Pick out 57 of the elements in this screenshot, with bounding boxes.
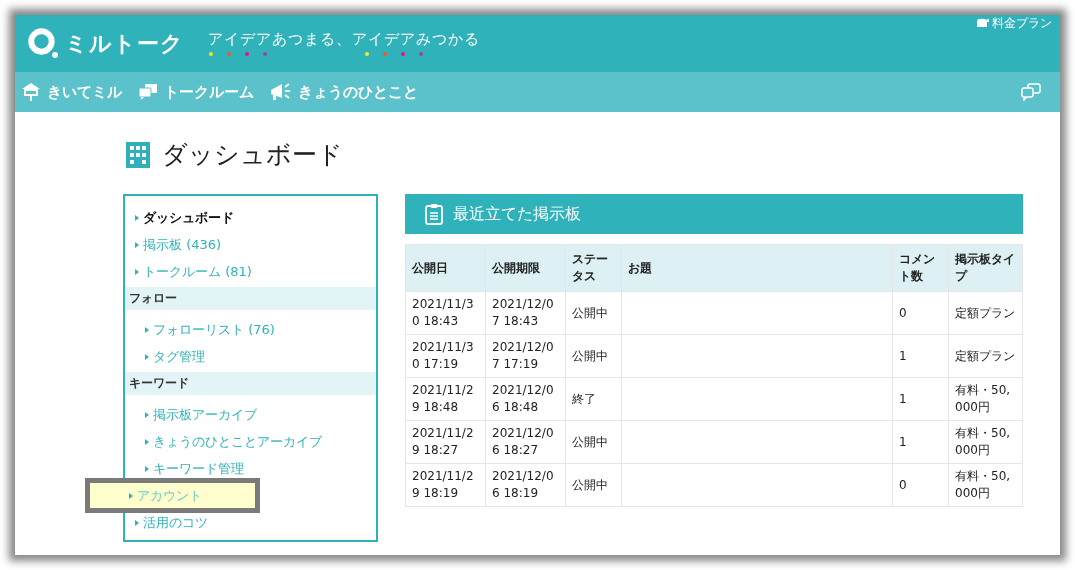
table-cell: 2021/11/29 18:48 xyxy=(405,377,486,421)
column-header: 公開日 xyxy=(405,244,486,292)
panel-title: 最近立てた掲示板 xyxy=(453,203,581,225)
table-cell: 定額プラン xyxy=(948,291,1023,335)
building-icon xyxy=(126,141,150,168)
table-cell: 有料・50,000円 xyxy=(948,420,1023,464)
column-header: ステータス xyxy=(565,244,622,292)
nav-link[interactable]: きょうのひとこと xyxy=(270,82,418,102)
sidebar-link[interactable]: フォローリスト (76) xyxy=(125,316,376,343)
nav-link[interactable]: きいてミル xyxy=(21,82,122,102)
table-cell: 1 xyxy=(892,377,949,421)
table-cell: 公開中 xyxy=(565,334,622,378)
sidebar-link[interactable]: 掲示板アーカイブ xyxy=(125,401,376,428)
table-cell: 公開中 xyxy=(565,291,622,335)
sidebar-link[interactable]: 掲示板 (436) xyxy=(125,231,376,258)
table-cell: 2021/12/06 18:27 xyxy=(485,420,566,464)
sidebar-link[interactable]: 活用のコツ xyxy=(125,509,376,536)
nav-link[interactable]: トークルーム xyxy=(138,82,254,102)
column-header: 公開期限 xyxy=(485,244,566,292)
column-header: 掲示板タイプ xyxy=(948,244,1023,292)
section-heading: フォロー xyxy=(125,287,376,310)
sidebar-link[interactable]: キーワード管理 xyxy=(125,455,376,482)
column-header: お題 xyxy=(621,244,893,292)
table-cell: 2021/12/06 18:19 xyxy=(485,463,566,507)
chat-bubbles-icon[interactable] xyxy=(1020,83,1042,101)
sidebar-link[interactable]: ダッシュボード xyxy=(125,204,376,231)
table-cell: 公開中 xyxy=(565,463,622,507)
table-cell: 0 xyxy=(892,291,949,335)
table-cell: 2021/11/29 18:19 xyxy=(405,463,486,507)
sidebar-link[interactable]: トークルーム (81) xyxy=(125,258,376,285)
table-cell: 定額プラン xyxy=(948,334,1023,378)
table-cell: 2021/11/30 17:19 xyxy=(405,334,486,378)
table-cell: 0 xyxy=(892,463,949,507)
table-cell: 2021/11/30 18:43 xyxy=(405,291,486,335)
section-heading: キーワード xyxy=(125,372,376,395)
pricing-link[interactable]: 料金プラン xyxy=(976,16,1052,31)
table-cell: 2021/11/29 18:27 xyxy=(405,420,486,464)
table-cell: 2021/12/07 18:43 xyxy=(485,291,566,335)
megaphone-icon xyxy=(270,82,292,102)
chat-icon xyxy=(138,83,158,101)
tagline: アイデアあつまる、アイデアみつかる xyxy=(208,30,480,49)
clipboard-icon xyxy=(425,203,443,225)
table-cell: 2021/12/07 17:19 xyxy=(485,334,566,378)
table-cell: 1 xyxy=(892,420,949,464)
logo-text[interactable]: ミルトーク xyxy=(65,28,184,59)
table-cell: 公開中 xyxy=(565,420,622,464)
sidebar-link[interactable]: きょうのひとことアーカイブ xyxy=(125,428,376,455)
table-cell: 1 xyxy=(892,334,949,378)
table-cell: 2021/12/06 18:48 xyxy=(485,377,566,421)
logo-icon xyxy=(27,26,61,61)
table-cell: 有料・50,000円 xyxy=(948,377,1023,421)
signboard-icon xyxy=(21,82,41,102)
sidebar-link[interactable]: タグ管理 xyxy=(125,343,376,370)
table-cell: 有料・50,000円 xyxy=(948,463,1023,507)
column-header: コメント数 xyxy=(892,244,949,292)
table-cell: 終了 xyxy=(565,377,622,421)
page-title: ダッシュボード xyxy=(162,139,343,171)
